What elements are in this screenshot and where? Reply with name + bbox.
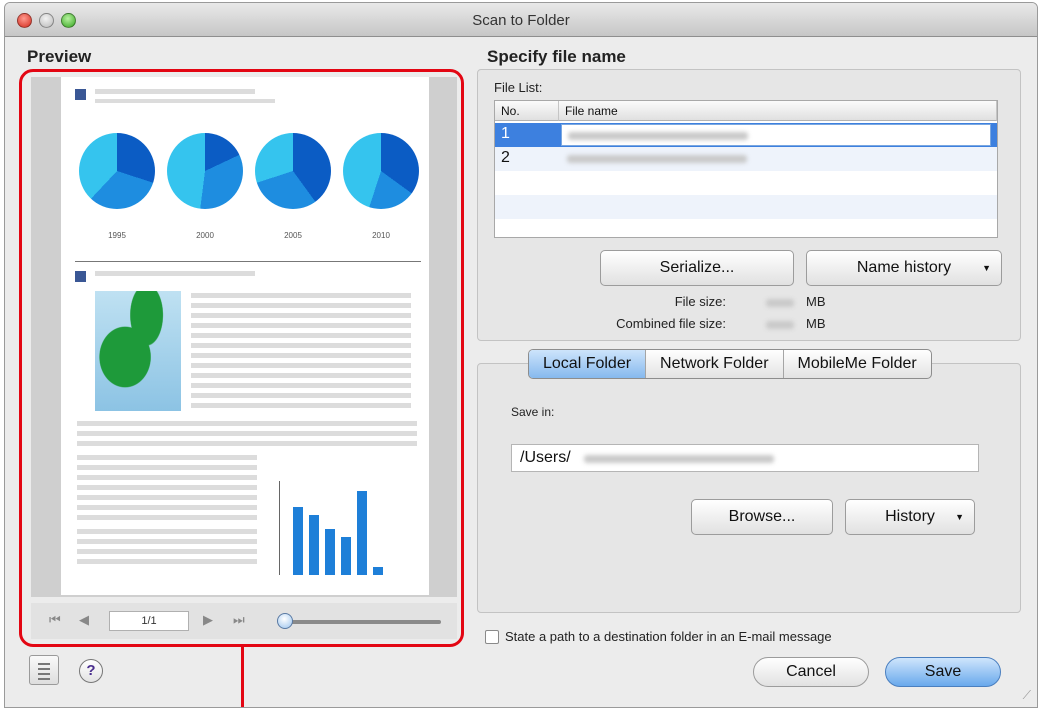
save-in-label: Save in:: [511, 405, 555, 419]
file-size-label: File size:: [674, 294, 726, 309]
history-label: History: [885, 508, 935, 525]
callout-leader-line: [241, 645, 244, 707]
file-name-edit-field[interactable]: [561, 124, 991, 146]
scan-to-folder-window: Scan to Folder Preview 1995 2000 2005 20…: [4, 2, 1038, 708]
column-header-no[interactable]: No.: [495, 101, 559, 121]
file-name-group: File List: No. File name 1 2 Serialize..…: [477, 69, 1021, 341]
file-row-number: 1: [501, 125, 510, 142]
title-bar[interactable]: Scan to Folder: [5, 3, 1037, 37]
resize-grip-icon[interactable]: ⟋: [1023, 688, 1031, 703]
cancel-button[interactable]: Cancel: [753, 657, 869, 687]
destination-group: [477, 363, 1021, 613]
file-row[interactable]: 2: [495, 147, 997, 171]
preview-highlight-callout: [19, 69, 464, 647]
combined-file-size-label: Combined file size:: [616, 316, 726, 331]
file-row-number: 2: [501, 149, 510, 166]
window-title: Scan to Folder: [472, 12, 570, 29]
combined-size-unit: MB: [806, 316, 826, 331]
empty-row: [495, 195, 997, 219]
file-size-unit: MB: [806, 294, 826, 309]
file-size-value-redacted: [766, 299, 794, 307]
save-path-redacted: [584, 455, 774, 463]
tab-local-folder[interactable]: Local Folder: [529, 350, 647, 378]
save-path-value: /Users/: [520, 449, 571, 466]
file-name-value-redacted: [567, 155, 747, 163]
destination-tabs: Local Folder Network Folder MobileMe Fol…: [528, 349, 932, 379]
name-history-label: Name history: [856, 259, 952, 276]
file-list-table[interactable]: No. File name 1 2: [494, 100, 998, 238]
history-button[interactable]: History ▼: [845, 499, 975, 535]
combined-size-value-redacted: [766, 321, 794, 329]
tab-network-folder[interactable]: Network Folder: [646, 350, 784, 378]
tab-mobileme-folder[interactable]: MobileMe Folder: [784, 350, 931, 378]
email-path-checkbox-label[interactable]: State a path to a destination folder in …: [505, 629, 832, 644]
toggle-list-icon[interactable]: [29, 655, 59, 685]
dropdown-arrow-icon: ▼: [982, 263, 991, 273]
save-button[interactable]: Save: [885, 657, 1001, 687]
email-path-checkbox[interactable]: [485, 630, 499, 644]
empty-row: [495, 219, 997, 237]
file-row-selected[interactable]: 1: [495, 123, 997, 147]
serialize-button[interactable]: Serialize...: [600, 250, 794, 286]
preview-title: Preview: [27, 47, 92, 66]
name-history-button[interactable]: Name history ▼: [806, 250, 1002, 286]
file-name-value-redacted: [568, 132, 748, 140]
specify-file-name-title: Specify file name: [487, 47, 626, 66]
browse-button[interactable]: Browse...: [691, 499, 833, 535]
dropdown-arrow-icon: ▼: [955, 512, 964, 522]
help-icon[interactable]: ?: [79, 659, 103, 683]
column-header-file-name[interactable]: File name: [559, 101, 997, 121]
save-path-field[interactable]: /Users/: [511, 444, 979, 472]
empty-row: [495, 171, 997, 195]
file-list-label: File List:: [494, 80, 543, 95]
